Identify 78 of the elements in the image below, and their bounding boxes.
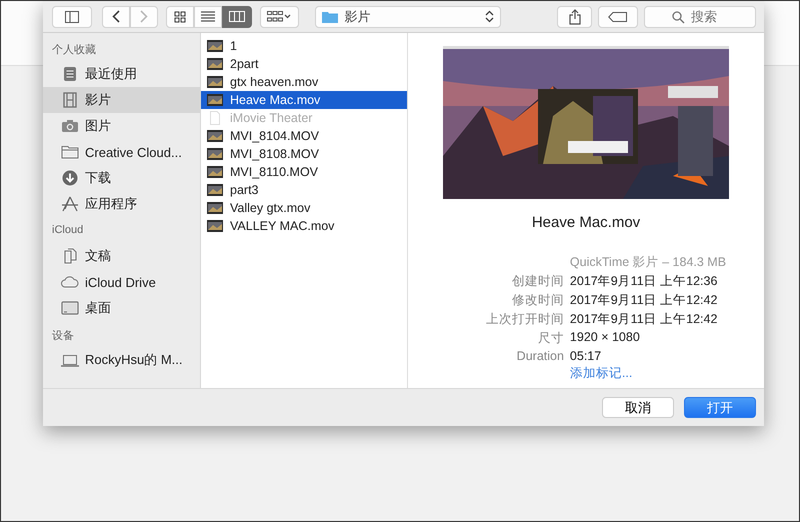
video-thumbnail-icon — [207, 184, 223, 196]
video-thumbnail-icon — [207, 166, 223, 178]
sidebar-item[interactable]: iCloud Drive — [43, 269, 200, 295]
desktop-icon — [61, 301, 79, 315]
folder-icon — [322, 10, 338, 23]
file-row[interactable]: 1 — [201, 37, 407, 55]
add-tags-link[interactable]: 添加标记... — [570, 365, 726, 382]
video-thumbnail-icon — [207, 220, 223, 232]
file-row[interactable]: MVI_8110.MOV — [201, 163, 407, 181]
download-icon — [62, 170, 78, 186]
cloud-icon — [61, 276, 79, 288]
sidebar-item[interactable]: 图片 — [43, 113, 200, 139]
info-value: 05:17 — [570, 349, 602, 363]
tag-icon — [608, 12, 628, 22]
sidebar-icon — [64, 10, 79, 22]
grid-caret-icon — [267, 10, 292, 22]
sidebar-item[interactable]: Creative Cloud... — [43, 139, 200, 165]
section-header: 个人收藏 — [51, 42, 97, 58]
file-row[interactable]: gtx heaven.mov — [201, 73, 407, 91]
file-row[interactable]: VALLEY MAC.mov — [201, 217, 407, 235]
file-row[interactable]: MVI_8104.MOV — [201, 127, 407, 145]
forward-icon — [140, 10, 148, 23]
share-icon — [568, 8, 581, 24]
file-row[interactable]: part3 — [201, 181, 407, 199]
documents-icon — [62, 248, 78, 264]
file-summary: QuickTime 影片 – 184.3 MB — [570, 254, 726, 271]
file-title: Heave Mac.mov — [532, 214, 640, 231]
sidebar-item[interactable]: 下载 — [43, 165, 200, 191]
share-button[interactable] — [556, 6, 592, 28]
apps-icon — [61, 196, 79, 212]
info-value: 2017年9月11日 上午12:42 — [570, 292, 718, 309]
document-icon — [207, 111, 223, 125]
file-row[interactable]: Heave Mac.mov — [201, 91, 407, 109]
info-value: 2017年9月11日 上午12:42 — [570, 311, 718, 328]
icon-view-icon — [174, 10, 186, 22]
file-row[interactable]: MVI_8108.MOV — [201, 145, 407, 163]
sidebar-item[interactable]: 文稿 — [43, 243, 200, 269]
sidebar-item[interactable]: 桌面 — [43, 295, 200, 321]
laptop-icon — [61, 354, 79, 366]
film-icon — [62, 92, 78, 108]
video-thumbnail-icon — [207, 76, 223, 88]
sidebar-item[interactable]: RockyHsu的 M... — [43, 347, 200, 373]
info-value: 2017年9月11日 上午12:36 — [570, 273, 718, 290]
up-down-caret-icon — [484, 10, 494, 23]
video-thumbnail-icon — [207, 130, 223, 142]
document-stack-icon — [62, 66, 78, 82]
video-thumbnail-icon — [207, 40, 223, 52]
camera-icon — [61, 119, 79, 133]
back-icon — [112, 10, 120, 23]
video-thumbnail-icon — [207, 58, 223, 70]
video-thumbnail-icon — [207, 94, 223, 106]
info-label: 创建时间 — [510, 273, 564, 290]
column-view-icon — [228, 11, 245, 22]
location-popup[interactable]: 影片 — [315, 6, 501, 28]
sidebar-item[interactable]: 应用程序 — [43, 191, 200, 217]
arrange-button[interactable] — [260, 6, 300, 28]
view-mode-button[interactable] — [222, 6, 252, 28]
section-header: 设备 — [51, 329, 75, 344]
info-value: 1920 × 1080 — [570, 330, 641, 346]
tag-button[interactable] — [598, 6, 638, 28]
section-header: iCloud — [51, 223, 84, 238]
open-button[interactable]: 打开 — [684, 397, 756, 418]
sidebar-item[interactable]: 最近使用 — [43, 61, 200, 87]
info-label: 修改时间 — [510, 292, 564, 309]
file-row[interactable]: 2part — [201, 55, 407, 73]
info-label: 上次打开时间 — [486, 311, 564, 328]
sidebar-item[interactable]: 影片 — [43, 87, 200, 113]
video-thumbnail-icon — [207, 148, 223, 160]
list-view-icon — [200, 11, 215, 22]
sidebar-toggle-button[interactable] — [52, 6, 92, 28]
folder-icon — [61, 145, 79, 159]
back-button[interactable] — [102, 6, 130, 28]
video-thumbnail-icon — [207, 202, 223, 214]
info-label: 尺寸 — [536, 330, 564, 347]
cancel-button[interactable]: 取消 — [602, 397, 674, 418]
file-row[interactable]: Valley gtx.mov — [201, 199, 407, 217]
search-field[interactable]: 搜索 — [644, 6, 756, 28]
info-label: Duration — [516, 349, 564, 363]
